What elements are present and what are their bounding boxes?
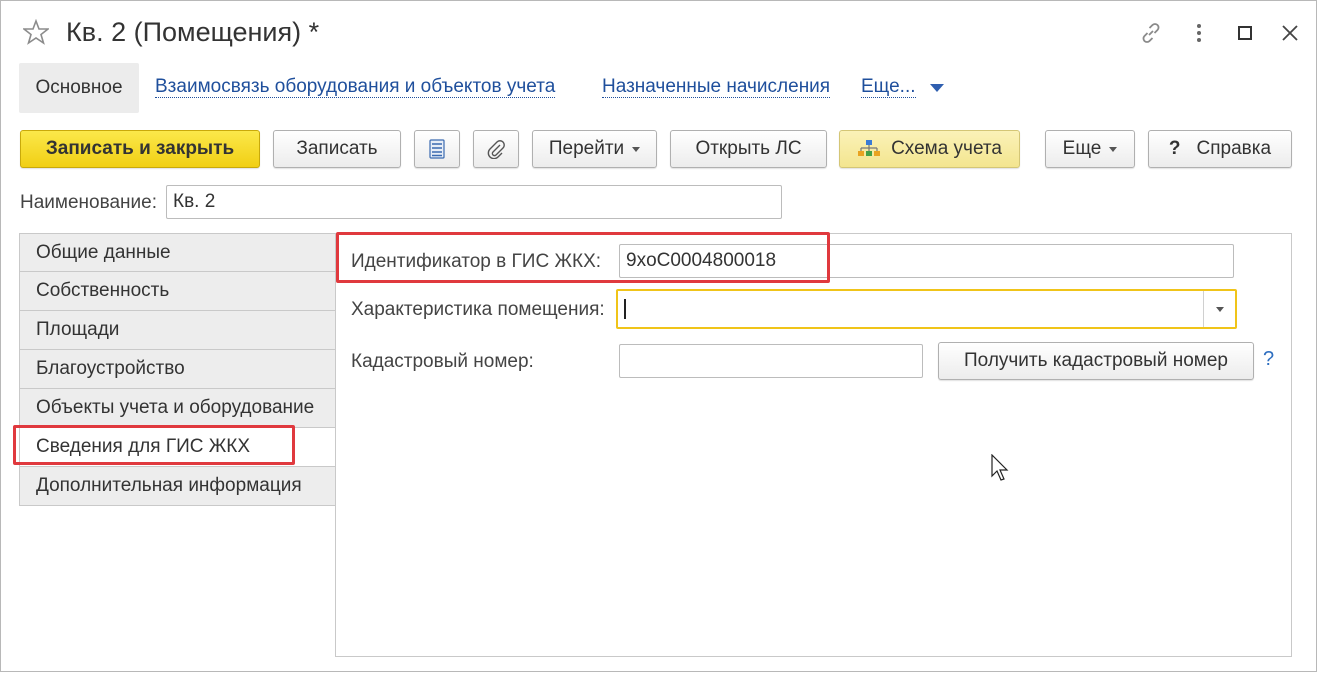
characteristic-select[interactable]	[616, 289, 1237, 329]
close-icon[interactable]	[1278, 21, 1302, 45]
tab-amenities[interactable]: Благоустройство	[19, 350, 336, 389]
help-button[interactable]: ? Справка	[1148, 130, 1292, 168]
name-input[interactable]: Кв. 2	[166, 185, 782, 219]
save-close-label: Записать и закрыть	[45, 138, 235, 159]
chevron-down-icon	[1109, 146, 1118, 152]
nav-link-more[interactable]: Еще...	[861, 77, 916, 98]
maximize-icon[interactable]	[1233, 21, 1257, 45]
characteristic-label: Характеристика помещения:	[351, 299, 605, 320]
favorite-star-icon[interactable]	[23, 19, 49, 45]
save-label: Записать	[296, 138, 378, 159]
save-close-button[interactable]: Записать и закрыть	[20, 130, 260, 168]
help-question-icon: ?	[1168, 138, 1181, 159]
help-question-icon[interactable]: ?	[1263, 348, 1274, 371]
cadastral-input[interactable]	[619, 344, 923, 378]
save-button[interactable]: Записать	[273, 130, 401, 168]
goto-button[interactable]: Перейти	[532, 130, 657, 168]
form-window: Кв. 2 (Помещения) * Основное Взаимосвязь…	[0, 0, 1317, 672]
tab-ownership[interactable]: Собственность	[19, 272, 336, 311]
highlight-gis-tab	[13, 425, 295, 465]
get-cadastral-button[interactable]: Получить кадастровый номер	[938, 342, 1254, 380]
more-button[interactable]: Еще	[1045, 130, 1135, 168]
chevron-down-icon	[632, 146, 641, 152]
tab-additional-info[interactable]: Дополнительная информация	[19, 467, 336, 506]
list-icon	[429, 139, 445, 159]
name-label: Наименование:	[20, 192, 157, 213]
tab-metering-objects[interactable]: Объекты учета и оборудование	[19, 389, 336, 428]
nav-link-equipment[interactable]: Взаимосвязь оборудования и объектов учет…	[155, 77, 556, 98]
mouse-pointer-icon	[991, 454, 1009, 481]
window-title: Кв. 2 (Помещения) *	[66, 17, 320, 47]
chevron-down-icon	[1215, 306, 1224, 312]
highlight-gis-id	[336, 232, 830, 283]
more-menu-icon[interactable]	[1187, 21, 1211, 45]
nav-link-charges[interactable]: Назначенные начисления	[602, 77, 831, 98]
get-cadastral-label: Получить кадастровый номер	[964, 350, 1228, 371]
scheme-button[interactable]: Схема учета	[839, 130, 1020, 168]
dropdown-button[interactable]	[1203, 291, 1235, 327]
text-cursor	[624, 299, 626, 319]
tab-general[interactable]: Общие данные	[19, 233, 336, 272]
paperclip-icon	[487, 140, 505, 159]
tab-areas[interactable]: Площади	[19, 311, 336, 350]
open-ls-label: Открыть ЛС	[695, 138, 802, 159]
goto-label: Перейти	[548, 138, 625, 159]
link-icon[interactable]	[1139, 21, 1163, 45]
nav-main[interactable]: Основное	[19, 63, 139, 113]
scheme-label: Схема учета	[891, 138, 1002, 159]
hierarchy-icon	[858, 140, 881, 156]
list-button[interactable]	[414, 130, 460, 168]
help-label: Справка	[1196, 138, 1272, 159]
name-value: Кв. 2	[173, 191, 216, 212]
section-tabs: Общие данные Собственность Площади Благо…	[19, 233, 336, 506]
open-ls-button[interactable]: Открыть ЛС	[670, 130, 827, 168]
cadastral-label: Кадастровый номер:	[351, 351, 534, 372]
more-label: Еще	[1062, 138, 1102, 159]
attach-button[interactable]	[473, 130, 519, 168]
nav-more-arrow-icon[interactable]	[930, 84, 944, 92]
